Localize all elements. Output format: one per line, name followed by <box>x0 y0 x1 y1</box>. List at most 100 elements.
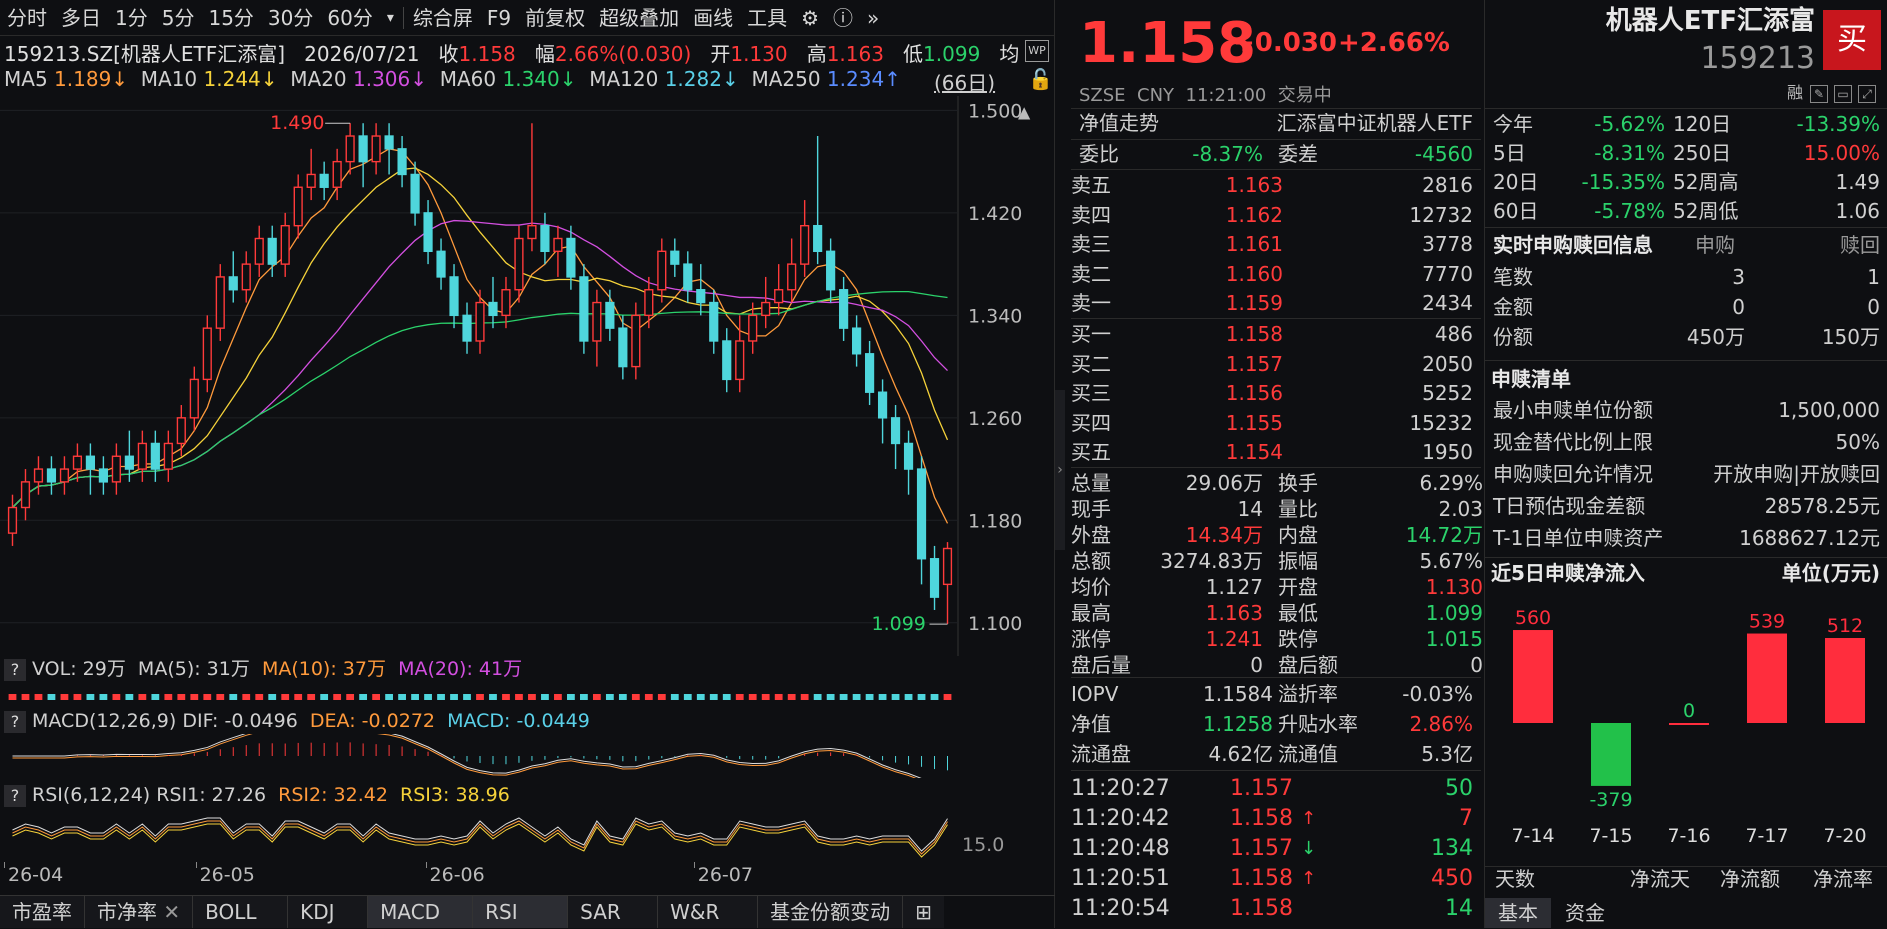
tab-pb[interactable]: 市净率 ✕ <box>85 896 194 928</box>
close-label: 收 <box>438 42 459 66</box>
tab-intraday[interactable]: 分时 <box>0 0 54 36</box>
list-value: 开放申购|开放赎回 <box>1713 462 1880 486</box>
book-price[interactable]: 1.158 <box>1173 321 1283 347</box>
tab-pe[interactable]: 市盈率 <box>0 896 85 928</box>
list-value: 1,500,000 <box>1778 398 1880 422</box>
book-price[interactable]: 1.154 <box>1173 439 1283 465</box>
flow-title: 近5日申赎净流入 <box>1491 561 1645 585</box>
f9-button[interactable]: F9 <box>480 0 518 36</box>
book-price[interactable]: 1.159 <box>1173 290 1283 316</box>
volume-bar <box>21 694 30 700</box>
rsi1-line <box>12 817 948 852</box>
overlay-button[interactable]: 超级叠加 <box>592 0 686 36</box>
book-price[interactable]: 1.163 <box>1173 172 1283 198</box>
volume-bar <box>229 694 238 700</box>
wp-icon[interactable]: WP <box>1025 40 1049 62</box>
book-level-label: 卖二 <box>1071 261 1111 286</box>
edit-icon[interactable]: ✎ <box>1810 85 1828 103</box>
book-price[interactable]: 1.156 <box>1173 380 1283 406</box>
volume-bar <box>813 694 822 700</box>
buy-button[interactable]: 买 <box>1823 10 1881 70</box>
period-dropdown[interactable]: ▾ <box>380 0 401 36</box>
tab-wr[interactable]: W&R <box>658 896 759 928</box>
tab-1min[interactable]: 1分 <box>108 0 155 36</box>
vol-ma10: MA(10): 37万 <box>261 658 386 680</box>
volume-bar <box>359 694 368 700</box>
vol-help-button[interactable]: ? <box>4 658 26 681</box>
tab-60min[interactable]: 60分 <box>320 0 379 36</box>
x-tick-mark <box>195 862 197 868</box>
macd-help-button[interactable]: ? <box>4 710 26 733</box>
col-net-amount[interactable]: 净流额 <box>1720 866 1780 892</box>
ma60-value: 1.340↓ <box>502 67 577 91</box>
tab-capital[interactable]: 资金 <box>1555 898 1615 928</box>
tab-rsi[interactable]: RSI <box>473 896 569 928</box>
candle <box>358 135 368 163</box>
expand-icon[interactable]: ⤢ <box>1858 85 1876 103</box>
col-days[interactable]: 天数 <box>1495 866 1535 892</box>
candle <box>215 276 225 329</box>
candle <box>72 455 83 470</box>
volume-bar <box>683 694 692 700</box>
book-price[interactable]: 1.157 <box>1173 351 1283 377</box>
volume-bar <box>125 694 134 700</box>
tick-price: 1.157 <box>1230 776 1293 801</box>
tab-15min[interactable]: 15分 <box>201 0 260 36</box>
tab-fund-share[interactable]: 基金份额变动 <box>758 896 904 928</box>
close-icon[interactable]: ✕ <box>163 900 180 924</box>
inflow-value-label: 512 <box>1827 615 1863 637</box>
range-selector[interactable]: (66日) <box>934 67 995 96</box>
col-net-days[interactable]: 净流天 <box>1630 866 1690 892</box>
redeem-value: 150万 <box>1821 325 1880 349</box>
nav-trend-link[interactable]: 净值走势 <box>1079 110 1159 136</box>
gear-icon[interactable]: ⚙ <box>794 0 826 36</box>
stat-label: 换手 <box>1278 471 1318 495</box>
adjust-button[interactable]: 前复权 <box>518 0 592 36</box>
book-price[interactable]: 1.161 <box>1173 231 1283 257</box>
help-icon[interactable]: ⓘ <box>826 0 860 36</box>
y-tick-label: 1.500 <box>968 100 1022 122</box>
volume-bar <box>138 694 147 700</box>
book-price[interactable]: 1.155 <box>1173 410 1283 436</box>
lock-icon[interactable]: 🔓 <box>1028 67 1053 91</box>
candle <box>527 224 537 240</box>
candle <box>735 340 745 381</box>
composite-screen-button[interactable]: 综合屏 <box>406 0 480 36</box>
pct-change: +2.66% <box>1338 28 1450 58</box>
tab-kdj[interactable]: KDJ <box>288 896 369 928</box>
book-price[interactable]: 1.162 <box>1173 202 1283 228</box>
tab-multiday[interactable]: 多日 <box>54 0 108 36</box>
volume-bar <box>8 694 17 700</box>
double-chevron-icon[interactable]: » <box>860 0 886 36</box>
tools-button[interactable]: 工具 <box>740 0 794 36</box>
tab-macd[interactable]: MACD <box>368 896 474 928</box>
col-net-rate[interactable]: 净流率 <box>1813 866 1873 892</box>
candle <box>709 301 719 342</box>
stat-label: 涨停 <box>1071 627 1111 651</box>
macd-dea: DEA: -0.0272 <box>309 710 435 732</box>
book-price[interactable]: 1.160 <box>1173 261 1283 287</box>
window-icon[interactable]: ▭ <box>1834 85 1852 103</box>
tab-boll[interactable]: BOLL <box>193 896 289 928</box>
tab-basic[interactable]: 基本 <box>1485 898 1551 928</box>
perf-value: 15.00% <box>1803 141 1880 165</box>
add-tab-icon[interactable]: ⊞ <box>903 896 944 928</box>
tab-sar[interactable]: SAR <box>568 896 659 928</box>
tab-30min[interactable]: 30分 <box>261 0 320 36</box>
stat-value: 2.86% <box>1409 712 1473 736</box>
rsi-help-button[interactable]: ? <box>4 784 26 807</box>
candle <box>748 314 758 342</box>
tick-price: 1.158 <box>1230 806 1293 831</box>
draw-button[interactable]: 画线 <box>686 0 740 36</box>
candle <box>449 276 459 317</box>
price-change: +0.030 <box>1233 28 1338 58</box>
tick-price: 1.158 <box>1230 896 1293 921</box>
stat-label: 溢折率 <box>1278 682 1338 706</box>
candle <box>683 263 693 291</box>
tab-5min[interactable]: 5分 <box>155 0 202 36</box>
candle <box>332 160 342 188</box>
fund-full-name: 汇添富中证机器人ETF <box>1276 111 1473 135</box>
perf-value: 1.49 <box>1835 170 1880 194</box>
stat-label: 盘后额 <box>1278 653 1338 677</box>
ma20-label: MA20 <box>290 67 347 91</box>
